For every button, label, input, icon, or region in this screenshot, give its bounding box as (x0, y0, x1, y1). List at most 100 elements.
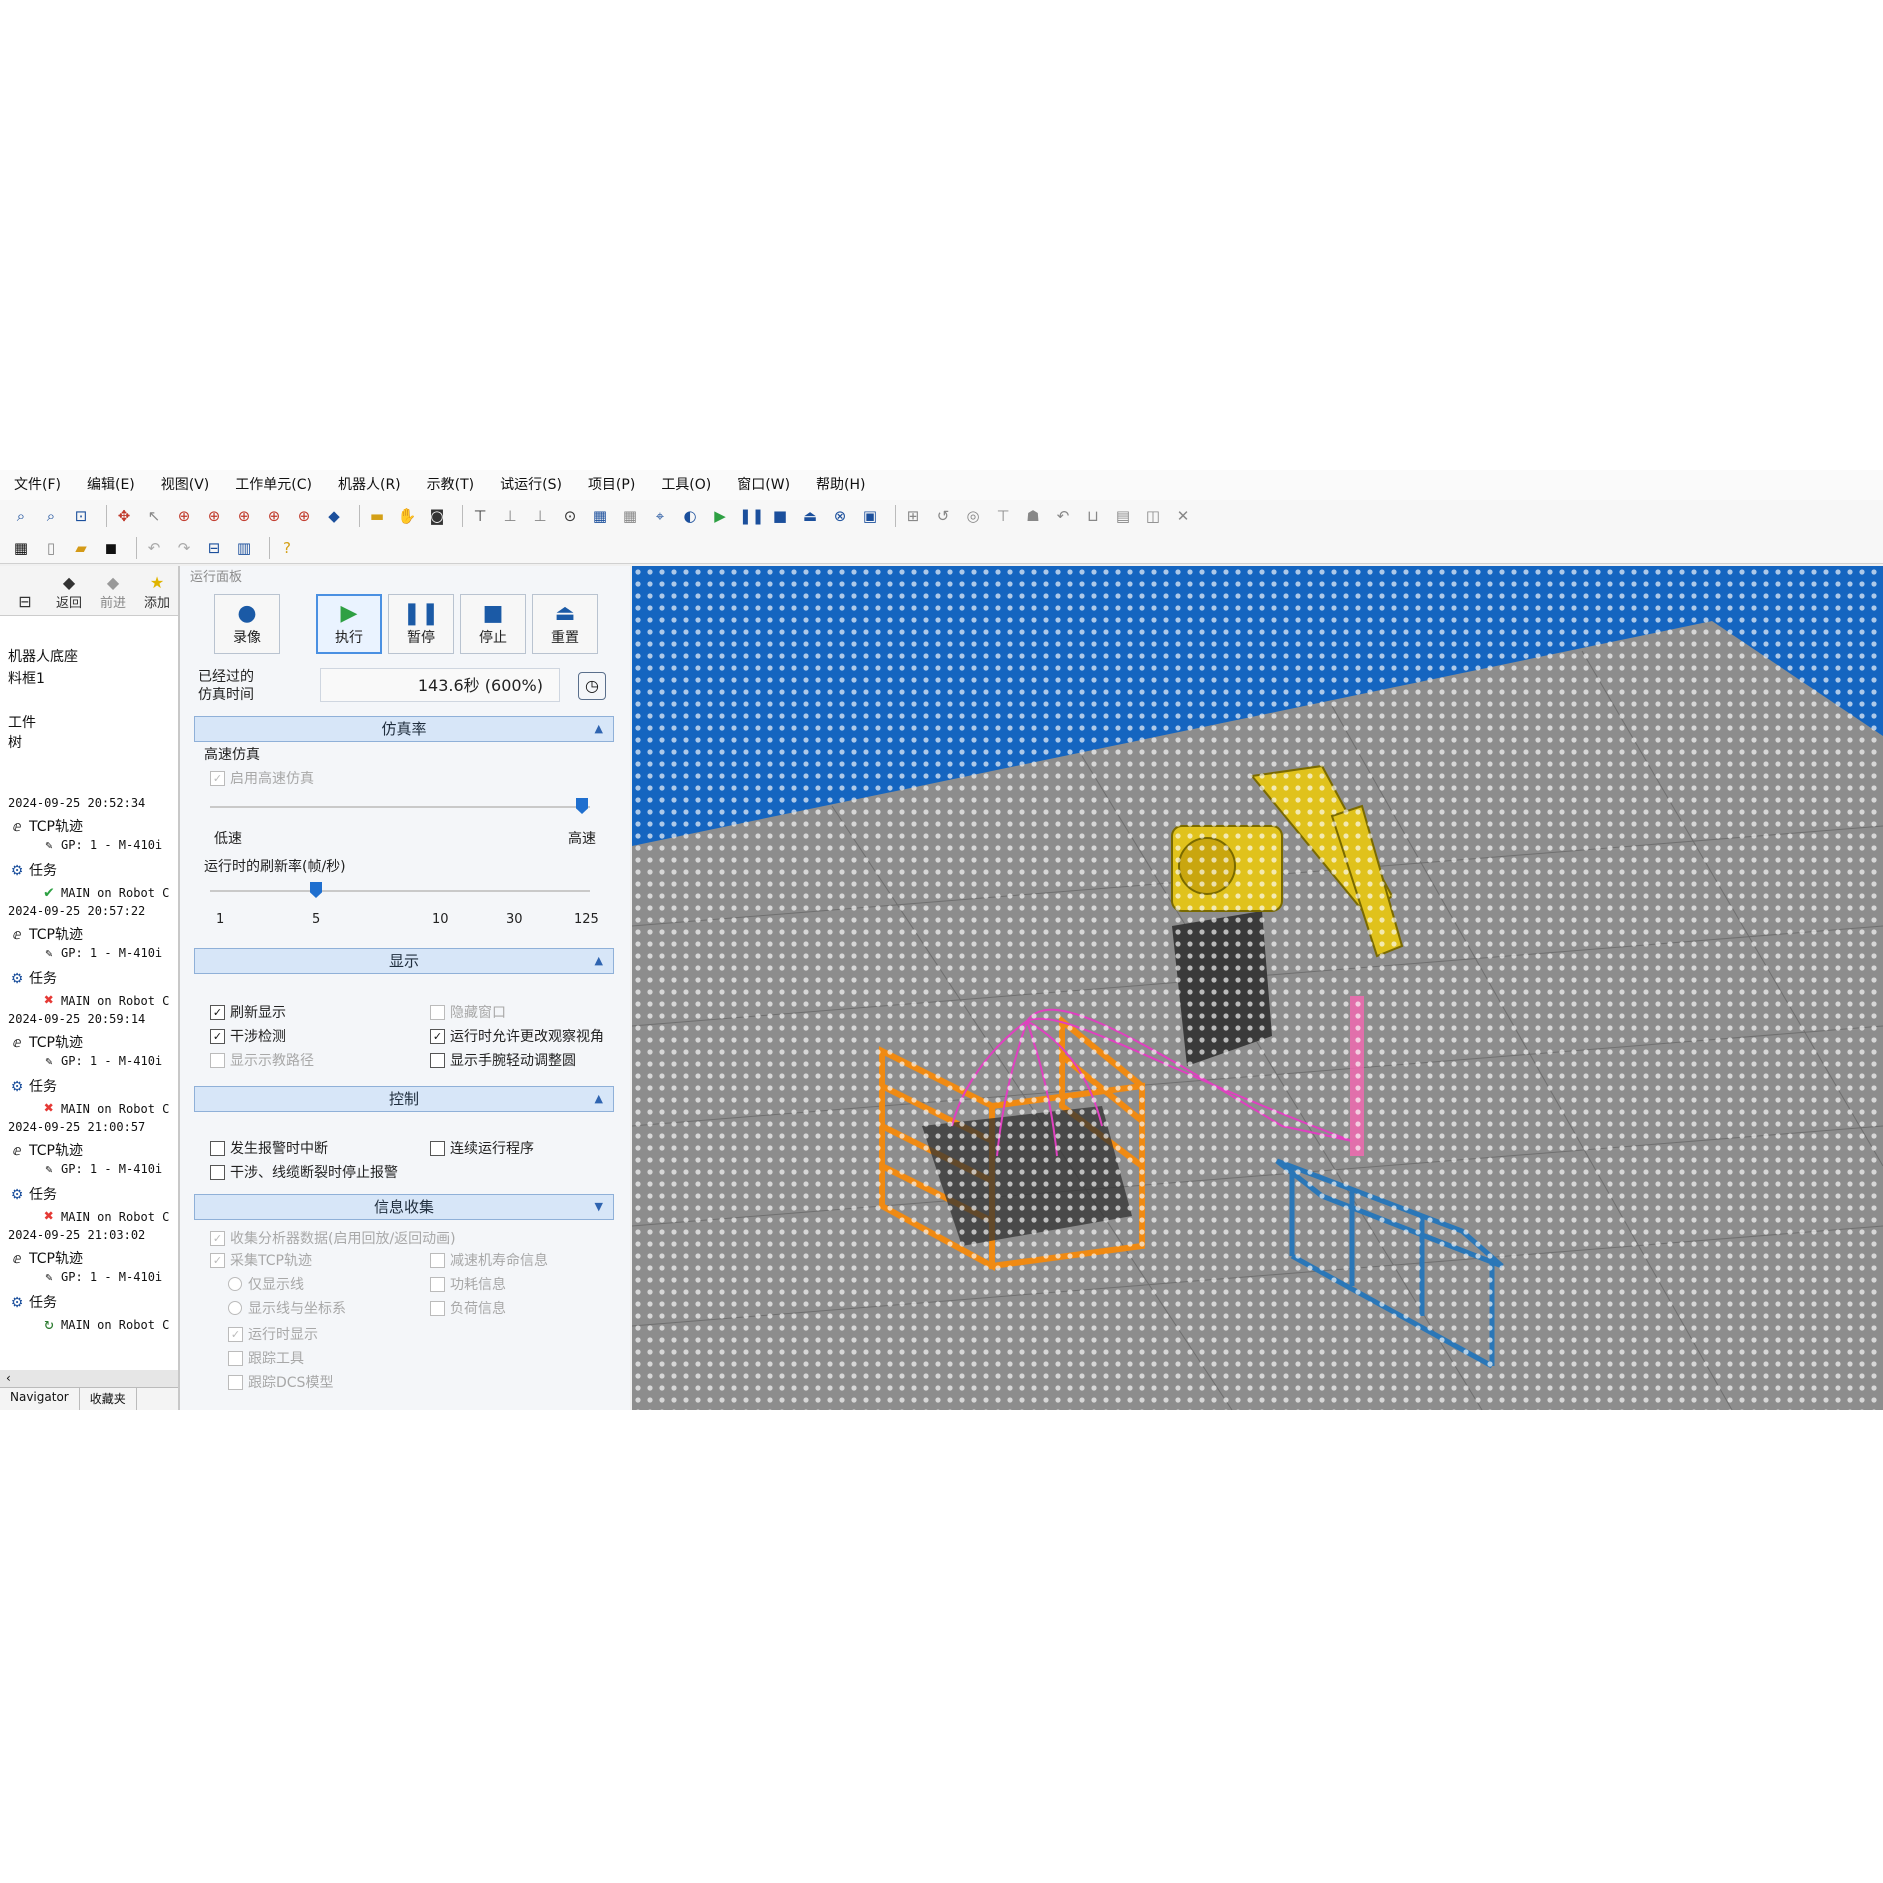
3d-viewport[interactable] (632, 566, 1883, 1410)
menu-view[interactable]: 视图(V) (147, 470, 222, 500)
stop-icon[interactable]: ■ (769, 505, 791, 527)
tree-task[interactable]: ⚙ 任务 (8, 1292, 57, 1312)
tree-task[interactable]: ⚙ 任务 (8, 968, 57, 988)
record-icon[interactable]: ▦ (589, 505, 611, 527)
tree-tcp-trace[interactable]: ⅇ TCP轨迹 (8, 1140, 83, 1160)
tree-run-timestamp[interactable]: 2024-09-25 21:03:02 (8, 1228, 145, 1242)
scroll-left-icon[interactable]: ‹ (0, 1371, 11, 1385)
allow-view-change-checkbox[interactable]: ✓ 运行时允许更改观察视角 (430, 1026, 604, 1046)
tree-tcp-trace[interactable]: ⅇ TCP轨迹 (8, 924, 83, 944)
gripper-icon[interactable]: ⊤ (469, 505, 491, 527)
power-info-checkbox[interactable]: 功耗信息 (430, 1274, 506, 1294)
profile-icon[interactable]: ◎ (962, 505, 984, 527)
refresh-slider-track[interactable] (210, 890, 590, 892)
show-on-run-checkbox[interactable]: ✓ 运行时显示 (228, 1324, 318, 1344)
tree-view-icon[interactable]: ⊟ (203, 537, 225, 559)
move-icon[interactable]: ✥ (113, 505, 135, 527)
tree-group-item[interactable]: ✎ GP: 1 - M-410i (40, 1054, 162, 1068)
undo-icon[interactable]: ↶ (143, 537, 165, 559)
section-sim-rate[interactable]: 仿真率 ▲ (194, 716, 614, 742)
collision-check-checkbox[interactable]: ✓ 干涉检测 (210, 1026, 286, 1046)
menu-workcell[interactable]: 工作单元(C) (221, 470, 324, 500)
reset-icon[interactable]: ⏏ (799, 505, 821, 527)
teach-target-icon[interactable]: ◆ (323, 505, 345, 527)
show-line-only-radio[interactable]: 仅显示线 (228, 1274, 304, 1294)
tree-forward-button[interactable]: ◆ 前进 (94, 574, 132, 612)
camera-icon[interactable]: ◙ (426, 505, 448, 527)
section-display[interactable]: 显示 ▲ (194, 948, 614, 974)
gripper-close-icon[interactable]: ⊥ (529, 505, 551, 527)
show-line-coord-radio[interactable]: 显示线与坐标系 (228, 1298, 346, 1318)
program-icon[interactable]: ⊙ (559, 505, 581, 527)
pause-icon[interactable]: ❚❚ (739, 505, 764, 527)
tree-item-bin[interactable]: 料框1 (8, 668, 45, 688)
reset-button[interactable]: ⏏ 重置 (532, 594, 598, 654)
tree-add-button[interactable]: ★ 添加 (138, 574, 176, 612)
pause-button[interactable]: ❚❚ 暂停 (388, 594, 454, 654)
run-panel-icon[interactable]: ▣ (859, 505, 881, 527)
tree-run-timestamp[interactable]: 2024-09-25 20:59:14 (8, 1012, 145, 1026)
tree-run-timestamp[interactable]: 2024-09-25 20:52:34 (8, 796, 145, 810)
show-hand-circle-checkbox[interactable]: 显示手腕轻动调整圆 (430, 1050, 576, 1070)
tree-item-workpiece[interactable]: 工件 (8, 712, 36, 732)
abort-icon[interactable]: ⊗ (829, 505, 851, 527)
tree-item-tree[interactable]: 树 (8, 732, 22, 752)
help-icon[interactable]: ? (276, 537, 298, 559)
hide-window-checkbox[interactable]: 隐藏窗口 (430, 1002, 506, 1022)
gripper-open-icon[interactable]: ⊥ (499, 505, 521, 527)
refresh-display-checkbox[interactable]: ✓ 刷新显示 (210, 1002, 286, 1022)
tree-group-item[interactable]: ✎ GP: 1 - M-410i (40, 1270, 162, 1284)
reducer-life-checkbox[interactable]: 减速机寿命信息 (430, 1250, 548, 1270)
tree-main-program[interactable]: ✖ MAIN on Robot C (40, 990, 169, 1009)
menu-test-run[interactable]: 试运行(S) (486, 470, 574, 500)
refresh-slider-thumb[interactable] (310, 882, 322, 898)
tree-main-program[interactable]: ✔ MAIN on Robot C (40, 882, 169, 901)
tree-task[interactable]: ⚙ 任务 (8, 1184, 57, 1204)
track-dcs-checkbox[interactable]: 跟踪DCS模型 (228, 1372, 333, 1392)
track-tool-checkbox[interactable]: 跟踪工具 (228, 1348, 304, 1368)
new-file-icon[interactable]: ▯ (40, 537, 62, 559)
tree-home-button[interactable]: ⊟ (6, 593, 44, 611)
show-teach-path-checkbox[interactable]: 显示示教路径 (210, 1050, 314, 1070)
load-info-checkbox[interactable]: 负荷信息 (430, 1298, 506, 1318)
stopwatch-icon[interactable]: ◷ (578, 672, 606, 700)
tool-frame-icon[interactable]: ⊕ (233, 505, 255, 527)
user-frame-icon[interactable]: ⊕ (203, 505, 225, 527)
connect-icon[interactable]: ⊔ (1082, 505, 1104, 527)
zoom-icon[interactable]: ⌕ (40, 505, 62, 527)
speed-slider-thumb[interactable] (576, 798, 588, 814)
tree-run-timestamp[interactable]: 2024-09-25 21:00:57 (8, 1120, 145, 1134)
save-icon[interactable]: ◼ (100, 537, 122, 559)
robot-frame-icon[interactable]: ⊕ (173, 505, 195, 527)
stop-button[interactable]: ■ 停止 (460, 594, 526, 654)
stop-on-alarm-checkbox[interactable]: 发生报警时中断 (210, 1138, 328, 1158)
tree-main-program[interactable]: ✖ MAIN on Robot C (40, 1206, 169, 1225)
measure-icon[interactable]: ▬ (366, 505, 388, 527)
collect-tcp-checkbox[interactable]: ✓ 采集TCP轨迹 (210, 1250, 312, 1270)
tree-task[interactable]: ⚙ 任务 (8, 1076, 57, 1096)
menu-project[interactable]: 项目(P) (574, 470, 647, 500)
tree-tcp-trace[interactable]: ⅇ TCP轨迹 (8, 1248, 83, 1268)
pointer-icon[interactable]: ↖ (143, 505, 165, 527)
play-icon[interactable]: ▶ (709, 505, 731, 527)
tree-main-program[interactable]: ✖ MAIN on Robot C (40, 1098, 169, 1117)
collect-analysis-checkbox[interactable]: ✓ 收集分析器数据(启用回放/返回动画) (210, 1228, 456, 1248)
tools-icon[interactable]: ✕ (1172, 505, 1194, 527)
tree-group-item[interactable]: ✎ GP: 1 - M-410i (40, 946, 162, 960)
tree-group-item[interactable]: ✎ GP: 1 - M-410i (40, 838, 162, 852)
run-button[interactable]: ▶ 执行 (316, 594, 382, 654)
world-frame-icon[interactable]: ⊕ (293, 505, 315, 527)
zoom-fit-icon[interactable]: ⊡ (70, 505, 92, 527)
chart-view-icon[interactable]: ▥ (233, 537, 255, 559)
menu-teach[interactable]: 示教(T) (413, 470, 486, 500)
tree-main-program[interactable]: ↻ MAIN on Robot C (40, 1314, 169, 1333)
menu-robot[interactable]: 机器人(R) (324, 470, 413, 500)
stop-alarm-collision-checkbox[interactable]: 干涉、线缆断裂时停止报警 (210, 1162, 398, 1182)
menu-window[interactable]: 窗口(W) (723, 470, 802, 500)
io-icon[interactable]: ⊞ (902, 505, 924, 527)
collapse-icon[interactable]: ▲ (595, 949, 603, 973)
continuous-run-checkbox[interactable]: 连续运行程序 (430, 1138, 534, 1158)
expand-icon[interactable]: ▼ (595, 1195, 603, 1219)
tree-item-robot-base[interactable]: 机器人底座 (8, 646, 78, 666)
target-icon[interactable]: ⌖ (649, 505, 671, 527)
